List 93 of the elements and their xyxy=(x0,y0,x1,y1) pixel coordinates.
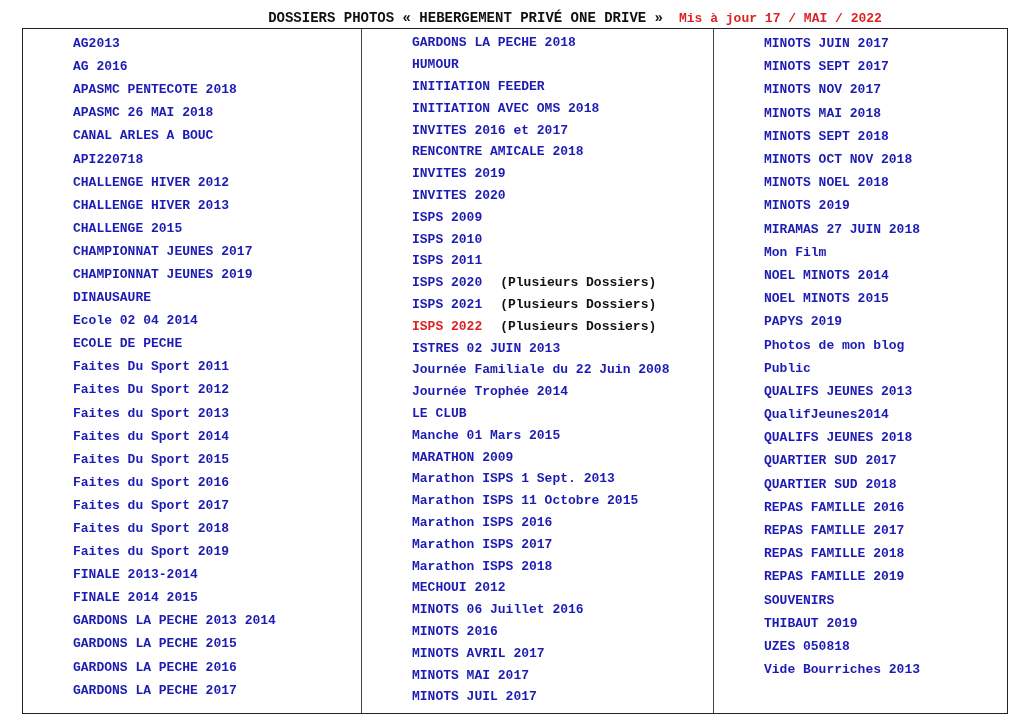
folder-link[interactable]: MINOTS 06 Juillet 2016 xyxy=(412,602,584,618)
folder-link[interactable]: CHAMPIONNAT JEUNES 2017 xyxy=(73,243,253,259)
folder-link[interactable]: GARDONS LA PECHE 2017 xyxy=(73,682,237,698)
folder-link[interactable]: Faites du Sport 2016 xyxy=(73,474,230,490)
folder-link[interactable]: Faites Du Sport 2012 xyxy=(73,382,230,398)
folder-link[interactable]: Faites du Sport 2013 xyxy=(73,405,230,421)
folder-link[interactable]: Vide Bourriches 2013 xyxy=(764,662,921,678)
folder-link[interactable]: QUALIFS JEUNES 2018 xyxy=(764,430,913,446)
folder-link[interactable]: Manche 01 Mars 2015 xyxy=(412,427,561,443)
folder-link[interactable]: REPAS FAMILLE 2019 xyxy=(764,569,905,585)
folder-link[interactable]: MARATHON 2009 xyxy=(412,449,514,465)
folder-link[interactable]: CANAL ARLES A BOUC xyxy=(73,128,214,144)
folder-link[interactable]: ISPS 2011 xyxy=(412,253,483,269)
folder-link[interactable]: FINALE 2014 2015 xyxy=(73,590,198,606)
folder-note: (Plusieurs Dossiers) xyxy=(500,318,657,334)
folder-link[interactable]: Faites Du Sport 2011 xyxy=(73,359,230,375)
folder-link[interactable]: MINOTS SEPT 2018 xyxy=(764,128,889,144)
folder-link[interactable]: MINOTS MAI 2018 xyxy=(764,105,882,121)
folder-link[interactable]: Faites du Sport 2017 xyxy=(73,497,230,513)
folder-link[interactable]: MIRAMAS 27 JUIN 2018 xyxy=(764,221,921,237)
folder-link[interactable]: Faites du Sport 2018 xyxy=(73,521,230,536)
folder-link[interactable]: MINOTS SEPT 2017 xyxy=(764,59,889,75)
folder-link[interactable]: MINOTS JUIN 2017 xyxy=(764,36,889,52)
folder-link[interactable]: CHALLENGE 2015 xyxy=(73,220,183,236)
folder-link[interactable]: REPAS FAMILLE 2016 xyxy=(764,499,905,515)
folder-link[interactable]: HUMOUR xyxy=(412,57,459,73)
folder-link[interactable]: UZES 050818 xyxy=(764,638,850,654)
folder-link[interactable]: MINOTS NOV 2017 xyxy=(764,82,882,98)
folder-link[interactable]: Public xyxy=(764,360,811,376)
folder-link[interactable]: MECHOUI 2012 xyxy=(412,580,506,596)
folder-link[interactable]: MINOTS MAI 2017 xyxy=(412,667,530,683)
folder-link[interactable]: MINOTS OCT NOV 2018 xyxy=(764,152,913,168)
folder-link[interactable]: QUARTIER SUD 2017 xyxy=(764,453,897,469)
folder-link[interactable]: ECOLE DE PECHE xyxy=(73,336,183,352)
folder-link[interactable]: CHALLENGE HIVER 2012 xyxy=(73,174,230,190)
folder-note: (Plusieurs Dossiers) xyxy=(500,296,657,312)
folder-link[interactable]: ISTRES 02 JUIN 2013 xyxy=(412,340,561,356)
folder-link[interactable]: Faites du Sport 2019 xyxy=(73,544,230,560)
folder-link[interactable]: AG 2016 xyxy=(73,59,128,75)
folder-link[interactable]: MINOTS 2019 xyxy=(764,198,850,214)
folder-link[interactable]: CHALLENGE HIVER 2013 xyxy=(73,197,230,213)
folder-link[interactable]: NOEL MINOTS 2014 xyxy=(764,267,889,283)
update-date: Mis à jour 17 / MAI / 2022 xyxy=(679,10,882,26)
folder-link[interactable]: GARDONS LA PECHE 2015 xyxy=(73,636,237,652)
folder-link[interactable]: DINAUSAURE xyxy=(73,290,151,306)
folder-note: (Plusieurs Dossiers) xyxy=(500,275,657,291)
folder-link[interactable]: REPAS FAMILLE 2018 xyxy=(764,546,905,562)
folder-link[interactable]: QualifJeunes2014 xyxy=(764,407,889,423)
folder-link[interactable]: Marathon ISPS 2018 xyxy=(412,558,553,574)
folder-link[interactable]: ISPS 2009 xyxy=(412,209,483,225)
folder-link[interactable]: GARDONS LA PECHE 2016 xyxy=(73,659,237,675)
folder-link[interactable]: MINOTS AVRIL 2017 xyxy=(412,645,545,661)
folder-link[interactable]: Journée Trophée 2014 xyxy=(412,384,569,400)
folder-link[interactable]: THIBAUT 2019 xyxy=(764,615,858,631)
folder-link[interactable]: FINALE 2013-2014 xyxy=(73,567,198,583)
folder-link[interactable]: Marathon ISPS 11 Octobre 2015 xyxy=(412,493,639,509)
folder-link[interactable]: INVITES 2020 xyxy=(412,187,506,203)
folder-link[interactable]: MINOTS 2016 xyxy=(412,623,498,639)
folder-link[interactable]: Photos de mon blog xyxy=(764,337,905,353)
folder-link[interactable]: AG2013 xyxy=(73,36,120,52)
folder-link[interactable]: NOEL MINOTS 2015 xyxy=(764,291,889,307)
folder-link[interactable]: Marathon ISPS 2017 xyxy=(412,536,553,552)
folder-link[interactable]: MINOTS JUIL 2017 xyxy=(412,689,537,705)
folder-link[interactable]: CHAMPIONNAT JEUNES 2019 xyxy=(73,267,253,282)
folder-link[interactable]: INVITES 2019 xyxy=(412,166,506,182)
folder-link[interactable]: INITIATION AVEC OMS 2018 xyxy=(412,100,600,116)
folder-link[interactable]: ISPS 2021 xyxy=(412,296,483,312)
folder-link[interactable]: ISPS 2022 xyxy=(412,318,483,334)
folder-link[interactable]: ISPS 2020 xyxy=(412,275,483,291)
folder-link[interactable]: LE CLUB xyxy=(412,405,467,421)
folder-link[interactable]: QUARTIER SUD 2018 xyxy=(764,476,897,492)
folder-link[interactable]: RENCONTRE AMICALE 2018 xyxy=(412,144,584,160)
folder-link[interactable]: SOUVENIRS xyxy=(764,592,835,608)
folder-link[interactable]: Marathon ISPS 1 Sept. 2013 xyxy=(412,471,615,487)
folder-link[interactable]: APASMC 26 MAI 2018 xyxy=(73,105,214,121)
folder-link[interactable]: Journée Familiale du 22 Juin 2008 xyxy=(412,362,670,378)
folder-link[interactable]: Marathon ISPS 2016 xyxy=(412,514,553,530)
folder-link[interactable]: GARDONS LA PECHE 2013 2014 xyxy=(73,613,276,629)
folder-link[interactable]: ISPS 2010 xyxy=(412,231,483,247)
folder-link[interactable]: APASMC PENTECOTE 2018 xyxy=(73,82,237,98)
folder-link[interactable]: API220718 xyxy=(73,151,144,167)
folder-link[interactable]: PAPYS 2019 xyxy=(764,314,842,330)
folder-link[interactable]: REPAS FAMILLE 2017 xyxy=(764,523,905,539)
folder-link[interactable]: QUALIFS JEUNES 2013 xyxy=(764,383,913,399)
page-title: DOSSIERS PHOTOS « HEBERGEMENT PRIVÉ ONE DRIVE » xyxy=(268,10,663,26)
folder-link[interactable]: Faites Du Sport 2015 xyxy=(73,451,230,467)
folder-link[interactable]: Faites du Sport 2014 xyxy=(73,428,230,444)
folder-link[interactable]: MINOTS NOEL 2018 xyxy=(764,175,889,191)
folder-link[interactable]: GARDONS LA PECHE 2018 xyxy=(412,35,576,51)
folder-link[interactable]: Mon Film xyxy=(764,244,827,260)
folder-link[interactable]: INVITES 2016 et 2017 xyxy=(412,122,569,138)
folder-link[interactable]: Ecole 02 04 2014 xyxy=(73,313,198,329)
folder-link[interactable]: INITIATION FEEDER xyxy=(412,79,545,94)
